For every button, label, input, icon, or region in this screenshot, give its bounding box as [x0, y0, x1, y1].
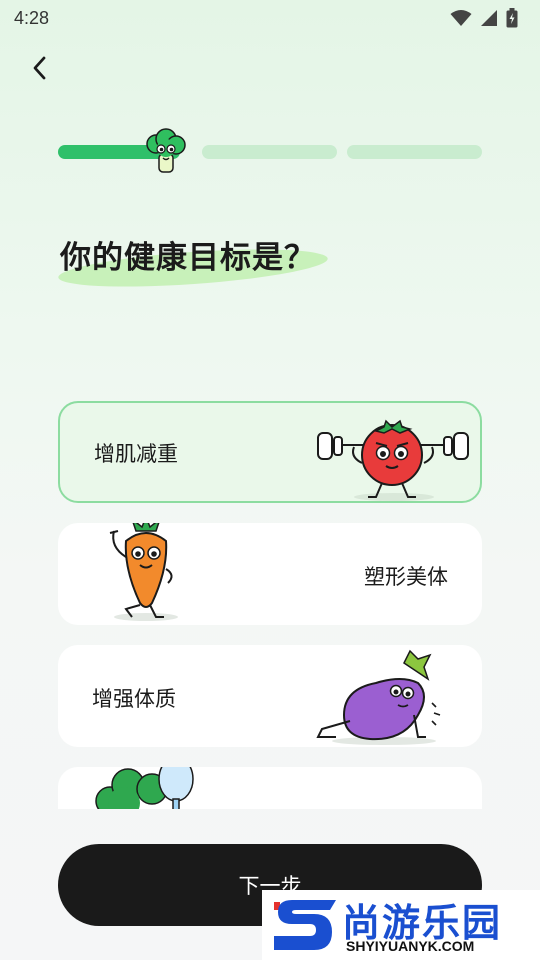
option-body-shaping[interactable]: 塑形美体 [58, 523, 482, 625]
title-block: 你的健康目标是？ [57, 232, 358, 294]
option-label: 塑形美体 [364, 565, 448, 589]
eggplant-pushup-illustration [316, 649, 441, 745]
tomato-weightlifting-illustration [317, 419, 469, 501]
goal-options-list[interactable]: 增肌减重 塑形美体 增强体质 [58, 401, 482, 809]
chevron-left-icon [33, 56, 46, 80]
broccoli-mirror-illustration [95, 767, 194, 809]
site-watermark: 尚游乐园 SHYIYUANYK.COM [262, 890, 540, 960]
option-4-partial[interactable] [58, 767, 482, 809]
broccoli-mascot-icon [146, 128, 186, 173]
watermark-en-text: SHYIYUANYK.COM [346, 938, 475, 954]
wifi-icon [450, 10, 472, 26]
watermark-s-logo-icon [274, 900, 336, 950]
status-time: 4:28 [14, 7, 50, 28]
carrot-posing-illustration [109, 523, 178, 621]
cellular-signal-icon [481, 10, 497, 26]
option-improve-fitness[interactable]: 增强体质 [58, 645, 482, 747]
progress-step-2 [202, 145, 337, 159]
option-build-muscle-lose-weight[interactable]: 增肌减重 [58, 401, 482, 503]
option-label: 增强体质 [92, 687, 176, 711]
progress-step-3 [347, 145, 482, 159]
back-button[interactable] [22, 50, 58, 86]
onboarding-progress [58, 128, 482, 173]
option-label: 增肌减重 [94, 442, 178, 466]
status-icons [450, 8, 518, 28]
status-bar: 4:28 [0, 0, 540, 36]
page-title: 你的健康目标是？ [60, 240, 316, 276]
battery-charging-icon [506, 8, 518, 28]
